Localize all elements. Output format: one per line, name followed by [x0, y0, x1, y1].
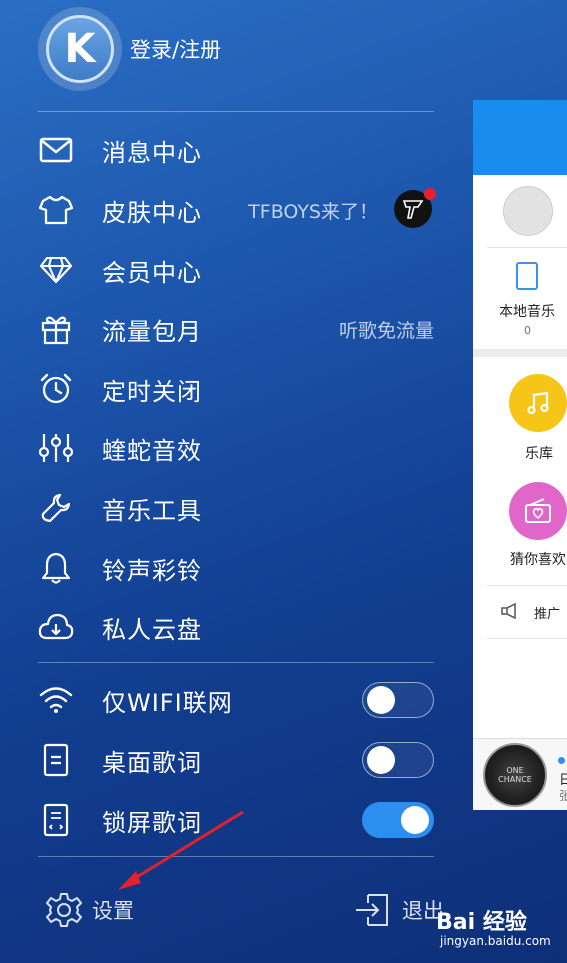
alarm-clock-icon — [38, 371, 74, 407]
shirt-icon — [38, 192, 74, 228]
cloud-icon — [38, 609, 74, 645]
divider — [487, 585, 567, 586]
equalizer-icon — [38, 430, 74, 466]
menu-item-sound-effects[interactable]: 蝰蛇音效 — [38, 420, 434, 476]
menu-label: 皮肤中心 — [102, 198, 202, 227]
switch-knob — [401, 806, 429, 834]
album-cover[interactable]: ONE CHANCE — [483, 743, 547, 807]
lockscreen-lyrics-switch[interactable] — [362, 802, 434, 838]
divider — [487, 638, 567, 639]
settings-button[interactable]: 设置 — [36, 889, 134, 931]
divider — [38, 662, 434, 663]
avatar[interactable]: K — [46, 15, 114, 83]
menu-label: 桌面歌词 — [102, 748, 202, 777]
watermark-url: jingyan.baidu.com — [440, 934, 551, 948]
menu-label: 定时关闭 — [102, 377, 202, 406]
divider — [38, 111, 434, 112]
watermark-main: Bai 经验 — [436, 910, 527, 935]
gear-icon — [46, 892, 82, 928]
menu-label: 仅WIFI联网 — [102, 688, 233, 717]
menu-item-sleep-timer[interactable]: 定时关闭 — [38, 361, 434, 417]
side-drawer: K 登录/注册 消息中心 皮肤中心 TFBOYS来了！ 会员中心 流量包月 听歌… — [0, 0, 470, 963]
local-music-count: 0 — [524, 324, 531, 337]
data-plan-promo-text: 听歌免流量 — [338, 319, 434, 342]
artist-fragment: 张 — [559, 789, 567, 803]
promo-label[interactable]: 推广 — [534, 603, 560, 622]
song-title-fragment: 日 — [559, 773, 567, 788]
phone-icon — [516, 262, 538, 290]
menu-item-music-tools[interactable]: 音乐工具 — [38, 480, 434, 536]
radio-icon — [525, 498, 551, 523]
toggle-row-wifi-only: 仅WIFI联网 — [38, 672, 434, 728]
account-header[interactable]: K 登录/注册 — [38, 7, 221, 91]
exit-icon — [354, 892, 390, 928]
playing-indicator — [558, 757, 565, 764]
lock-lyrics-icon — [38, 802, 74, 838]
tfboys-badge[interactable] — [394, 188, 436, 230]
baidu-jingyan-watermark: Bai 经验 jingyan.baidu.com — [432, 900, 562, 954]
exit-button[interactable]: 退出 — [342, 889, 444, 931]
local-music-label[interactable]: 本地音乐 — [499, 301, 555, 321]
guess-you-like-button[interactable] — [509, 482, 567, 540]
section-gap — [473, 349, 567, 357]
toggle-row-desktop-lyrics: 桌面歌词 — [38, 732, 434, 788]
menu-label: 音乐工具 — [102, 496, 202, 525]
wifi-only-switch[interactable] — [362, 682, 434, 718]
avatar-ring: K — [38, 7, 122, 91]
menu-item-ringtones[interactable]: 铃声彩铃 — [38, 540, 434, 596]
mail-icon — [38, 132, 74, 168]
menu-label: 流量包月 — [102, 317, 202, 346]
menu-label: 锁屏歌词 — [102, 808, 202, 837]
mini-player[interactable]: ONE CHANCE 日 张 — [473, 738, 567, 810]
diamond-icon — [38, 252, 74, 288]
menu-item-data-plan[interactable]: 流量包月 听歌免流量 — [38, 301, 434, 357]
guess-you-like-label: 猜你喜欢 — [510, 552, 566, 568]
menu-label: 会员中心 — [102, 258, 202, 287]
menu-item-messages[interactable]: 消息中心 — [38, 122, 434, 178]
menu-label: 消息中心 — [102, 138, 202, 167]
toggle-row-lockscreen-lyrics: 锁屏歌词 — [38, 792, 434, 848]
bell-icon — [38, 550, 74, 586]
wifi-icon — [38, 682, 74, 718]
wrench-icon — [38, 490, 74, 526]
login-register-link[interactable]: 登录/注册 — [130, 34, 221, 64]
menu-label: 蝰蛇音效 — [102, 436, 202, 465]
menu-item-vip[interactable]: 会员中心 — [38, 242, 434, 298]
switch-knob — [367, 686, 395, 714]
main-content-peek[interactable]: 本地音乐 0 乐库 猜你喜欢 推广 — [473, 100, 567, 810]
desktop-lyrics-icon — [38, 742, 74, 778]
switch-knob — [367, 746, 395, 774]
music-note-icon — [527, 391, 549, 415]
divider — [487, 247, 567, 248]
megaphone-icon — [500, 602, 520, 624]
menu-item-skins[interactable]: 皮肤中心 TFBOYS来了！ — [38, 182, 436, 238]
menu-item-cloud-drive[interactable]: 私人云盘 — [38, 599, 434, 655]
gift-icon — [38, 311, 74, 347]
settings-label: 设置 — [92, 899, 134, 923]
menu-label: 私人云盘 — [102, 615, 202, 644]
library-label: 乐库 — [525, 446, 553, 462]
notification-dot — [424, 188, 436, 200]
divider — [38, 856, 434, 857]
menu-label: 铃声彩铃 — [102, 556, 202, 585]
library-button[interactable] — [509, 374, 567, 432]
desktop-lyrics-switch[interactable] — [362, 742, 434, 778]
skin-promo-text[interactable]: TFBOYS来了！ — [248, 197, 378, 224]
peek-header-bar — [473, 100, 567, 175]
album-cover-text: ONE CHANCE — [498, 766, 532, 784]
peek-user-avatar[interactable] — [503, 186, 553, 236]
